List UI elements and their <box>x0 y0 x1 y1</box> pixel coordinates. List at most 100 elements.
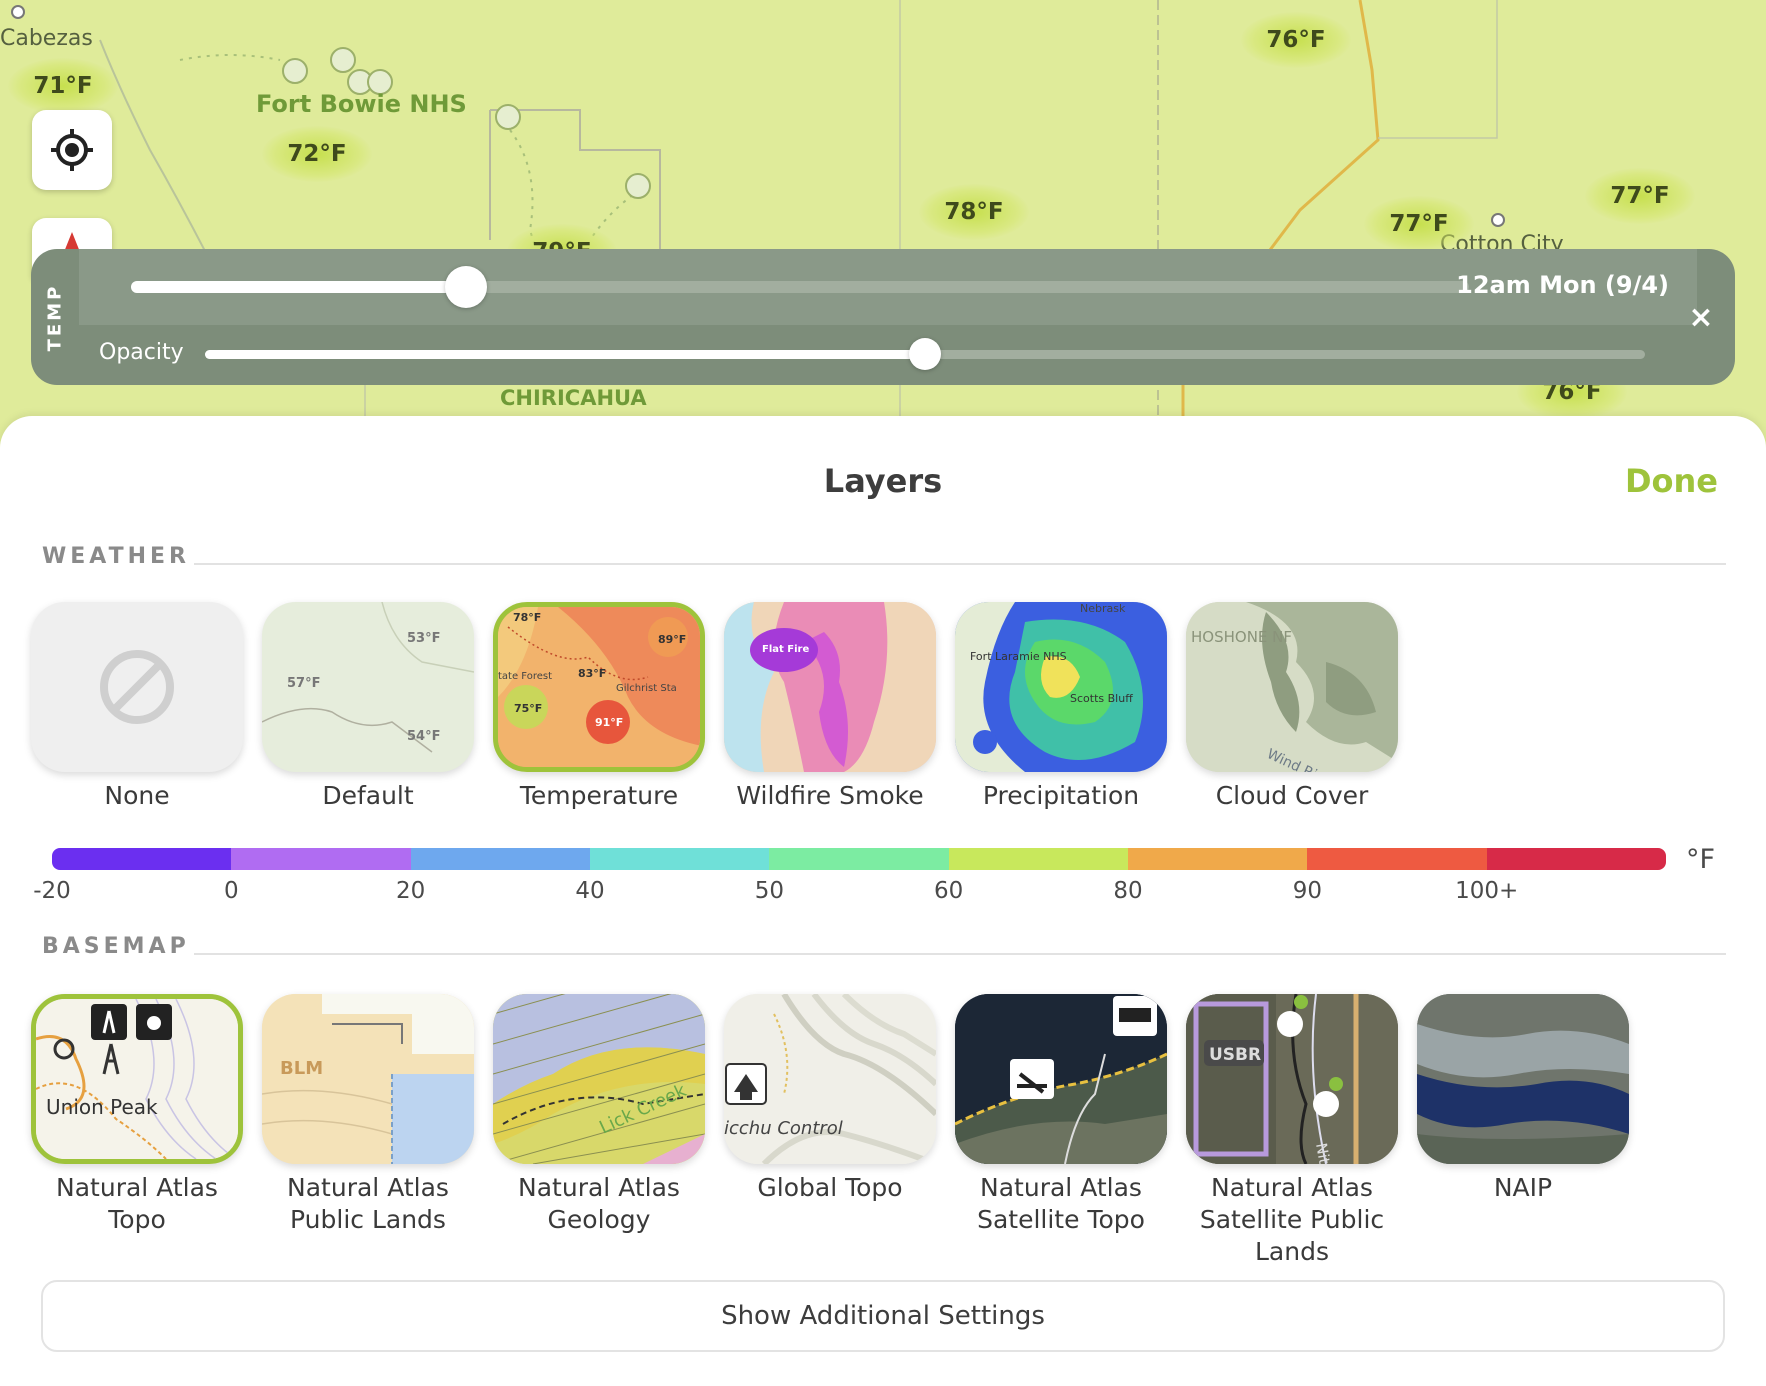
done-button[interactable]: Done <box>1625 462 1718 500</box>
layer-thumbnail: USBR Nitr <box>1186 994 1398 1164</box>
layer-thumbnail: Union Peak <box>31 994 243 1164</box>
layer-label: None <box>104 781 170 810</box>
thumb-text: 53°F <box>407 631 440 646</box>
basemap-natural-atlas-satellite-public-lands[interactable]: USBR Nitr Natural Atlas Satellite Public… <box>1186 994 1398 1268</box>
time-slider[interactable] <box>131 266 1469 308</box>
opacity-label: Opacity <box>99 340 184 365</box>
temp-marker: 71°F <box>8 58 118 114</box>
thumb-text: Gilchrist Sta <box>616 683 677 694</box>
layer-thumbnail: Nebrask Fort Laramie NHS Scotts Bluff <box>955 602 1167 772</box>
layer-label: Natural Atlas Public Lands <box>287 1173 449 1234</box>
scale-tick-label: 40 <box>575 878 605 904</box>
opacity-slider[interactable] <box>205 338 1645 370</box>
time-row: 12am Mon (9/4) <box>79 249 1697 325</box>
time-slider-fill <box>131 281 466 293</box>
weather-layer-temperature[interactable]: 78°F 89°F 83°F tate Forest Gilchrist Sta… <box>493 602 705 812</box>
temperature-thumbnail: 78°F 89°F 83°F tate Forest Gilchrist Sta… <box>498 607 700 767</box>
thumb-text: USBR <box>1209 1045 1261 1065</box>
thumb-text: tate Forest <box>498 671 552 682</box>
basemap-natural-atlas-geology[interactable]: Lick Creek Natural Atlas Geology <box>493 994 705 1236</box>
weather-layer-default[interactable]: 53°F 57°F 54°F Default <box>262 602 474 812</box>
weather-layer-wildfire-smoke[interactable]: Flat Fire Wildfire Smoke <box>724 602 936 812</box>
scale-tick-label: 50 <box>754 878 784 904</box>
default-map-thumbnail: 53°F 57°F 54°F <box>262 602 474 753</box>
weather-layer-none[interactable]: None <box>31 602 243 812</box>
layer-thumbnail: BLM <box>262 994 474 1164</box>
no-layer-icon <box>100 650 174 724</box>
weather-layer-cloud-cover[interactable]: HOSHONE NF Wind Ri Cloud Cover <box>1186 602 1398 812</box>
layer-thumbnail <box>955 994 1167 1164</box>
weather-heading: WEATHER <box>42 544 191 569</box>
scale-swatch <box>52 848 232 870</box>
close-control-button[interactable]: × <box>1667 249 1735 385</box>
weather-layer-precipitation[interactable]: Nebrask Fort Laramie NHS Scotts Bluff Pr… <box>955 602 1167 812</box>
temperature-color-scale <box>52 848 1666 870</box>
temp-marker: 77°F <box>1364 196 1474 252</box>
map-view[interactable]: Cabezas Cotton City Fort Bowie NHS CHIRI… <box>0 0 1766 470</box>
layer-thumbnail: HOSHONE NF Wind Ri <box>1186 602 1398 772</box>
basemap-global-topo[interactable]: icchu Control Global Topo <box>724 994 936 1204</box>
thumb-text: 57°F <box>287 676 320 691</box>
smoke-thumbnail: Flat Fire <box>724 602 936 772</box>
precipitation-thumbnail: Nebrask Fort Laramie NHS Scotts Bluff <box>955 602 1167 772</box>
global-topo-thumbnail: icchu Control <box>724 994 936 1164</box>
basemap-naip[interactable]: NAIP <box>1417 994 1629 1204</box>
thumb-text: Union Peak <box>46 1095 158 1119</box>
locate-button[interactable] <box>32 110 112 190</box>
public-lands-thumbnail: BLM <box>262 994 474 1164</box>
thumb-text: icchu Control <box>724 1118 843 1139</box>
scale-tick-label: 60 <box>934 878 964 904</box>
temp-marker: 78°F <box>919 184 1029 240</box>
show-additional-settings-button[interactable]: Show Additional Settings <box>41 1280 1725 1352</box>
scale-tick-label: -20 <box>33 878 71 904</box>
opacity-slider-fill <box>205 350 925 359</box>
temp-marker: 77°F <box>1585 168 1695 224</box>
layer-thumbnail <box>1417 994 1629 1164</box>
satellite-public-lands-thumbnail: USBR Nitr <box>1186 994 1398 1164</box>
scale-swatch <box>1307 848 1487 870</box>
satellite-topo-thumbnail <box>955 994 1167 1164</box>
layer-thumbnail: icchu Control <box>724 994 936 1164</box>
geology-thumbnail: Lick Creek <box>493 994 705 1164</box>
opacity-slider-thumb[interactable] <box>909 338 941 370</box>
park-label-fort-bowie: Fort Bowie NHS <box>256 90 467 118</box>
layer-thumbnail: Lick Creek <box>493 994 705 1164</box>
layer-thumbnail: Flat Fire <box>724 602 936 772</box>
layer-label: Wildfire Smoke <box>736 781 924 810</box>
thumb-text: Fort Laramie NHS <box>970 650 1067 663</box>
crosshair-icon <box>51 129 93 171</box>
scale-unit: °F <box>1686 844 1716 875</box>
layer-label: Temperature <box>519 781 679 810</box>
thumb-text: Flat Fire <box>762 644 809 655</box>
layer-label: Natural Atlas Topo <box>56 1173 218 1234</box>
scale-swatch <box>410 848 590 870</box>
sheet-title: Layers <box>823 462 943 500</box>
time-slider-thumb[interactable] <box>444 266 487 308</box>
layer-label: Default <box>322 781 414 810</box>
thumb-text: BLM <box>280 1058 323 1079</box>
scale-swatch <box>769 848 949 870</box>
scale-tick-label: 20 <box>396 878 426 904</box>
basemap-natural-atlas-public-lands[interactable]: BLM Natural Atlas Public Lands <box>262 994 474 1236</box>
scale-swatch <box>948 848 1128 870</box>
scale-tick-label: 90 <box>1292 878 1322 904</box>
scale-tick-label: 80 <box>1113 878 1143 904</box>
basemap-natural-atlas-topo[interactable]: Union Peak Natural Atlas Topo <box>31 994 243 1236</box>
place-label-cabezas: Cabezas <box>0 26 93 51</box>
cloud-cover-thumbnail: HOSHONE NF Wind Ri <box>1186 602 1398 772</box>
thumb-text: Nebrask <box>1080 602 1126 615</box>
basemap-natural-atlas-satellite-topo[interactable]: Natural Atlas Satellite Topo <box>955 994 1167 1236</box>
basemap-heading: BASEMAP <box>42 934 190 959</box>
temp-marker: 76°F <box>1241 12 1351 68</box>
thumb-text: Scotts Bluff <box>1070 692 1133 705</box>
thumb-text: HOSHONE NF <box>1191 628 1292 646</box>
layer-label: Cloud Cover <box>1215 781 1369 810</box>
layer-label: Natural Atlas Geology <box>518 1173 680 1234</box>
layer-label: Global Topo <box>757 1173 903 1202</box>
weather-divider <box>194 563 1726 565</box>
layer-label: Precipitation <box>982 781 1140 810</box>
layer-tab[interactable]: TEMP <box>31 249 79 385</box>
thumb-text: Nitr <box>1312 1142 1335 1164</box>
scale-swatch <box>589 848 770 870</box>
thumb-text: 75°F <box>514 702 542 715</box>
